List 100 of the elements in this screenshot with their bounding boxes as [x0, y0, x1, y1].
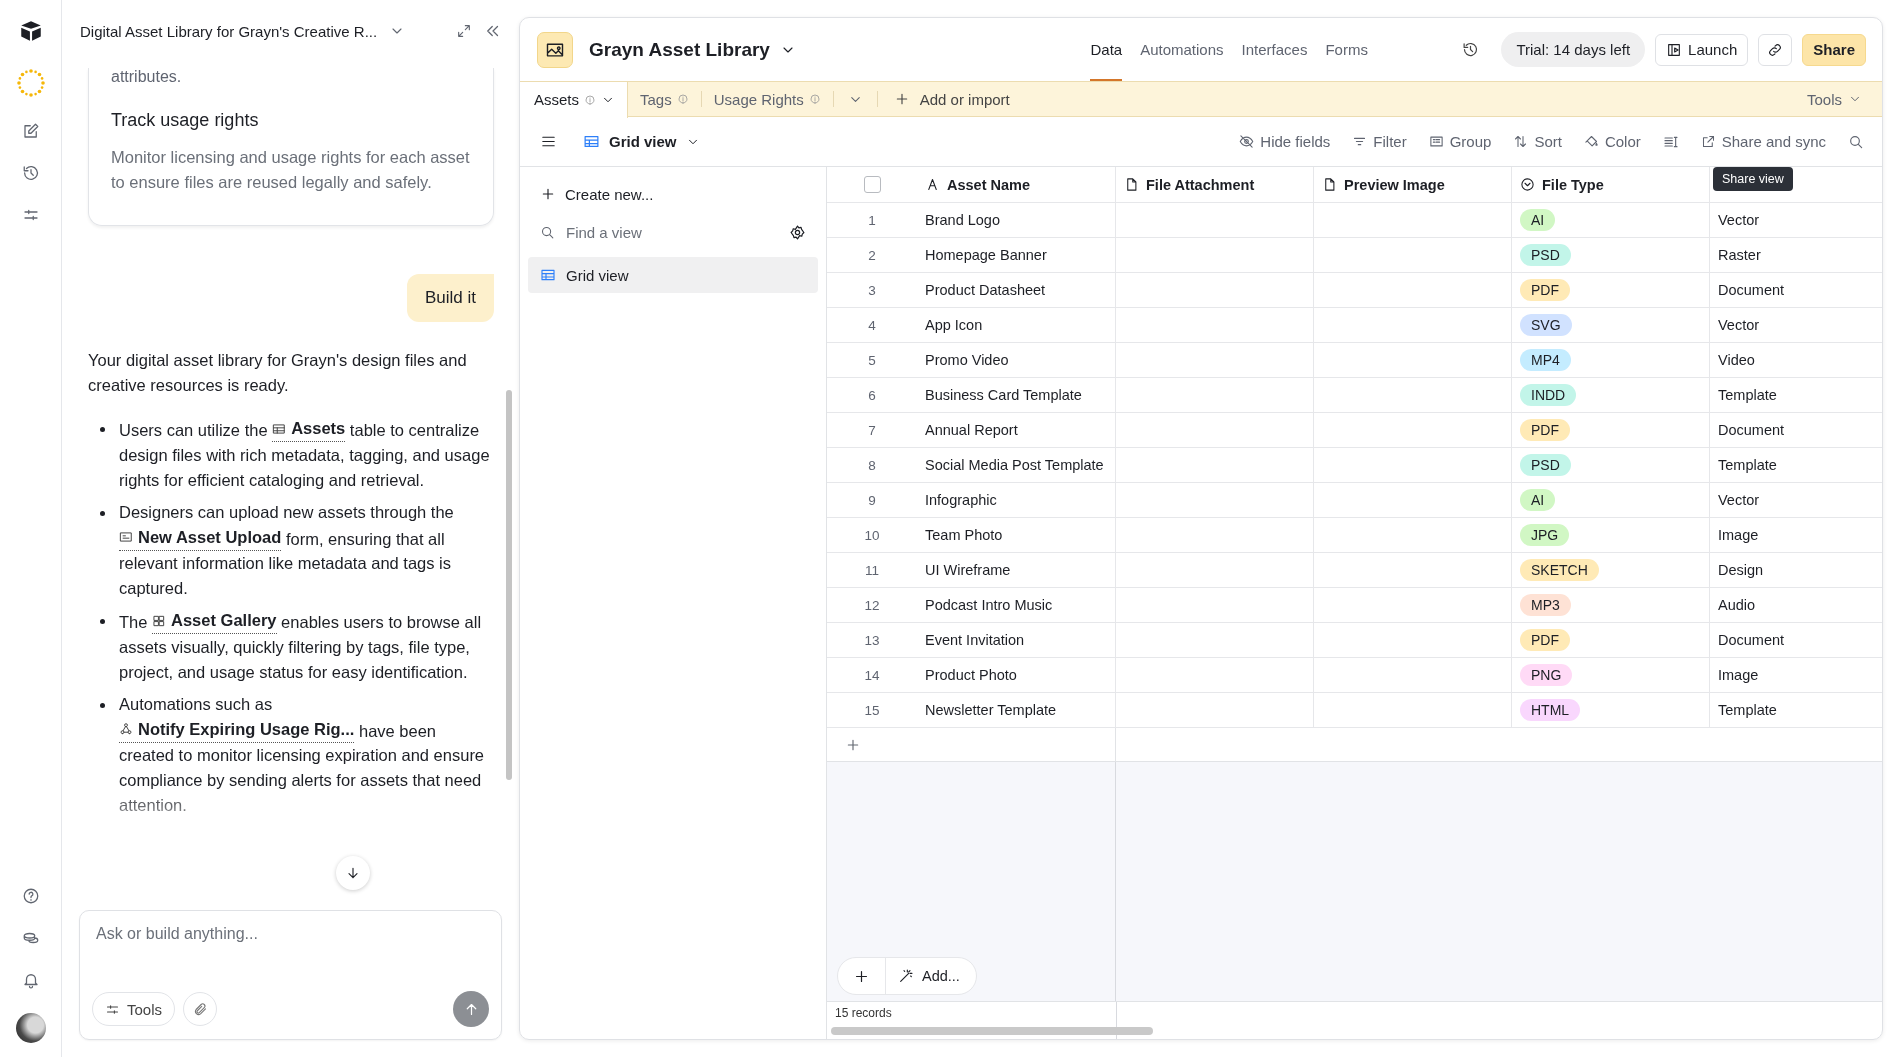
- plus-icon: [540, 186, 556, 202]
- view-item[interactable]: Grid view: [528, 257, 818, 293]
- link[interactable]: Asset Gallery: [152, 608, 277, 634]
- column-header[interactable]: Preview Image: [1314, 167, 1512, 202]
- message-input[interactable]: Ask or build anything... Tools: [79, 910, 502, 1040]
- arrow-down-icon: [345, 865, 361, 881]
- reply-text: Your digital asset library for Grayn's design files and creative resources is ready.: [88, 350, 468, 396]
- card-text: attributes.: [111, 68, 183, 86]
- grid-icon: [540, 267, 556, 283]
- table-tab[interactable]: Tags: [628, 81, 701, 117]
- table-cell: Podcast Intro Music: [925, 597, 1053, 613]
- table-cell: UI Wireframe: [925, 562, 1011, 578]
- filter-button[interactable]: Filter: [1348, 133, 1411, 150]
- table-cell: Document: [1718, 632, 1785, 648]
- link[interactable]: Notify Expiring Usage Rig...: [119, 716, 355, 743]
- text-icon: [925, 177, 940, 192]
- search-icon[interactable]: [1848, 133, 1864, 150]
- table-cell: Image: [1718, 527, 1759, 543]
- nav-tab[interactable]: Interfaces: [1241, 18, 1308, 81]
- select-all-checkbox[interactable]: [863, 176, 881, 193]
- scroll-down-button[interactable]: [336, 856, 370, 890]
- bullet-text: The Asset Gallery enables users to browse all assets visually, quickly filtering by tags, file type, project, and usage status for easy identification.: [119, 608, 494, 685]
- file-type-tag: PSD: [1520, 454, 1571, 476]
- bullet-text: Designers can upload new assets through the New Asset Upload form, ensuring that all relevant information like metadata and tags is captured.: [119, 501, 455, 599]
- file-type-tag: PNG: [1520, 664, 1573, 686]
- file-type-tag: MP3: [1520, 594, 1571, 616]
- bullet-dot: [100, 702, 105, 708]
- table-icon: [272, 421, 287, 436]
- create-view-button[interactable]: Create new...: [528, 177, 818, 211]
- find-view-field[interactable]: Find a view: [564, 222, 780, 242]
- column-header[interactable]: File Type: [1512, 167, 1710, 202]
- share-button[interactable]: Share and sync: [1696, 133, 1830, 150]
- file-type-tag: SVG: [1520, 314, 1572, 336]
- column-header[interactable]: File Attachment: [1116, 167, 1314, 202]
- row-number: 6: [868, 387, 876, 403]
- avatar[interactable]: [15, 1013, 46, 1043]
- table-cell: Homepage Banner: [925, 247, 1047, 263]
- nav-tab[interactable]: Automations: [1140, 18, 1224, 81]
- edit-icon[interactable]: [21, 122, 40, 140]
- expand-icon[interactable]: [456, 23, 472, 39]
- table-tab[interactable]: Usage Rights: [701, 81, 833, 117]
- file-type-tag: MP4: [1520, 349, 1571, 371]
- search-icon: [540, 224, 555, 240]
- chat-title[interactable]: Digital Asset Library for Grayn's Creative R...: [80, 22, 378, 40]
- info-icon: [676, 93, 689, 105]
- table-cell: Raster: [1718, 247, 1761, 263]
- trial-badge[interactable]: Trial: 14 days left: [1501, 32, 1646, 67]
- grid-icon: [583, 133, 600, 150]
- history-icon[interactable]: [21, 164, 40, 182]
- view-switcher[interactable]: Grid view: [583, 133, 700, 150]
- table-tab[interactable]: Assets: [520, 81, 628, 118]
- hide-button[interactable]: Hide fields: [1235, 133, 1335, 150]
- row-number: 10: [864, 527, 880, 543]
- row-number: 11: [865, 562, 879, 578]
- scrollbar[interactable]: [506, 390, 512, 780]
- row-number: 13: [864, 632, 880, 648]
- launch-button[interactable]: Launch: [1655, 33, 1749, 66]
- file-type-tag: INDD: [1520, 384, 1577, 406]
- file-icon: [1322, 177, 1337, 192]
- send-button[interactable]: [453, 991, 489, 1027]
- add-table-button[interactable]: Add or import: [877, 90, 1026, 108]
- share-button[interactable]: Share: [1802, 33, 1866, 66]
- row-number: 4: [868, 317, 876, 333]
- link-icon: [1767, 41, 1784, 58]
- table-cell: Social Media Post Template: [925, 457, 1104, 473]
- tooltip: Share view: [1713, 167, 1793, 191]
- row-number: 15: [864, 702, 880, 718]
- row-number: 14: [864, 667, 880, 683]
- card-text: Monitor licensing and usage rights for each asset to ensure files are reused legally and safely.: [111, 147, 471, 193]
- color-button[interactable]: Color: [1579, 133, 1645, 150]
- automation-icon: [119, 722, 133, 736]
- column-header[interactable]: Asset Name: [917, 167, 1116, 202]
- file-type-tag: SKETCH: [1520, 559, 1599, 581]
- help-icon[interactable]: [21, 887, 40, 905]
- settings-icon[interactable]: [789, 223, 806, 241]
- nav-tab[interactable]: Forms: [1325, 18, 1368, 81]
- table-cell: Event Invitation: [925, 632, 1025, 648]
- table-cell: Product Photo: [925, 667, 1017, 683]
- base-title[interactable]: Grayn Asset Library: [589, 38, 770, 61]
- group-button[interactable]: Group: [1424, 133, 1496, 150]
- history-icon[interactable]: [1462, 41, 1480, 58]
- file-type-tag: AI: [1520, 489, 1556, 511]
- table-cell: Template: [1718, 457, 1777, 473]
- bullet-dot: [100, 510, 105, 516]
- user-message: Build it: [406, 274, 494, 322]
- base-icon[interactable]: [537, 31, 573, 68]
- link[interactable]: Assets: [272, 416, 346, 442]
- bell-icon[interactable]: [21, 971, 40, 989]
- link[interactable]: New Asset Upload: [119, 524, 282, 551]
- copy-link-button[interactable]: [1758, 33, 1793, 66]
- bullet-dot: [100, 619, 105, 624]
- scrollbar[interactable]: [831, 1027, 1153, 1035]
- table-cell: Product Datasheet: [925, 282, 1046, 298]
- table-cell: Vector: [1718, 212, 1760, 228]
- sort-button[interactable]: Sort: [1509, 133, 1566, 150]
- row-number: 3: [868, 282, 876, 298]
- tools-menu[interactable]: Tools: [1806, 90, 1862, 108]
- table-cell: Audio: [1718, 597, 1756, 613]
- sort-icon: [1513, 134, 1529, 149]
- info-icon: [808, 93, 821, 105]
